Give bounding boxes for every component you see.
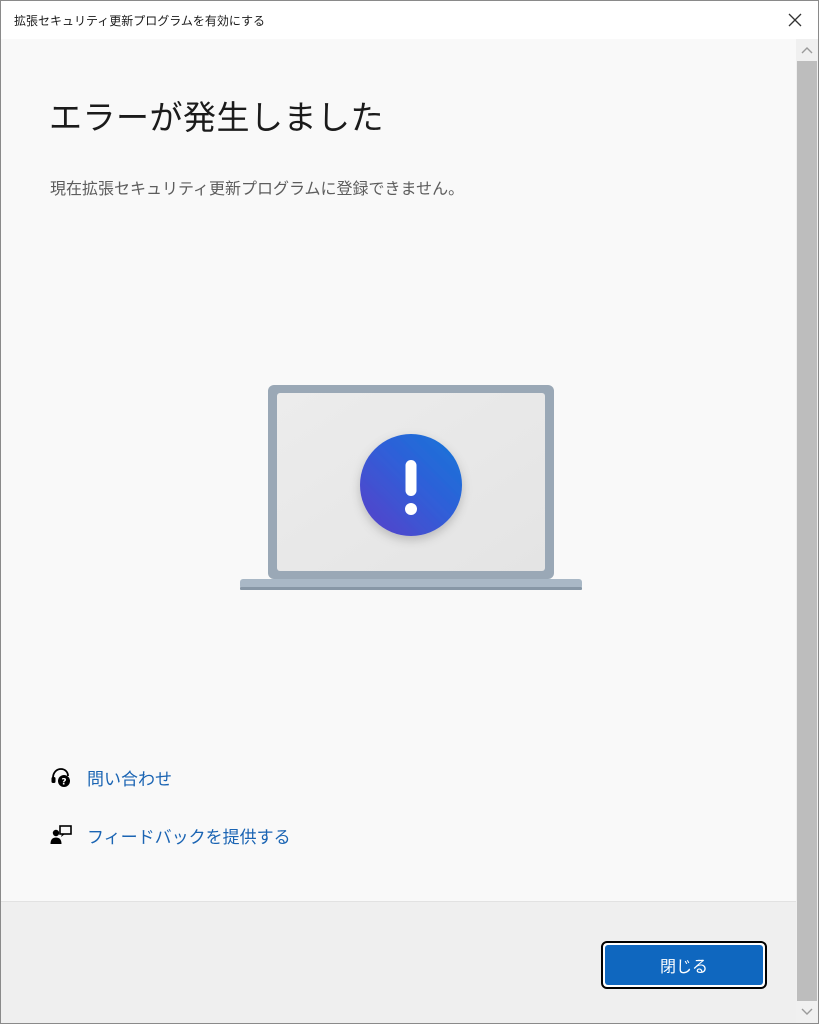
chevron-up-icon [801,47,813,54]
contact-support-link[interactable]: ? 問い合わせ [49,764,172,790]
title-bar: 拡張セキュリティ更新プログラムを有効にする [1,1,818,39]
feedback-icon [50,825,72,844]
page-title: エラーが発生しました [49,98,384,137]
dialog-window: 拡張セキュリティ更新プログラムを有効にする エラーが発生しました 現在拡張セキュ… [0,0,819,1024]
scroll-down-button[interactable] [796,1001,818,1023]
laptop-error-illustration [240,385,582,590]
vertical-scrollbar[interactable] [796,39,818,1023]
contact-support-icon: ? [51,768,70,788]
close-button-label: 閉じる [605,945,763,985]
window-title: 拡張セキュリティ更新プログラムを有効にする [14,14,266,28]
feedback-label: フィードバックを提供する [87,827,291,848]
close-button[interactable]: 閉じる [601,941,767,989]
chevron-down-icon [801,1008,813,1015]
close-icon[interactable] [786,11,804,29]
contact-support-label: 問い合わせ [87,769,172,790]
error-message: 現在拡張セキュリティ更新プログラムに登録できません。 [50,179,465,198]
scrollbar-thumb[interactable] [797,61,817,1001]
svg-text:?: ? [61,778,66,788]
feedback-link[interactable]: フィードバックを提供する [49,822,291,848]
scroll-up-button[interactable] [796,39,818,61]
